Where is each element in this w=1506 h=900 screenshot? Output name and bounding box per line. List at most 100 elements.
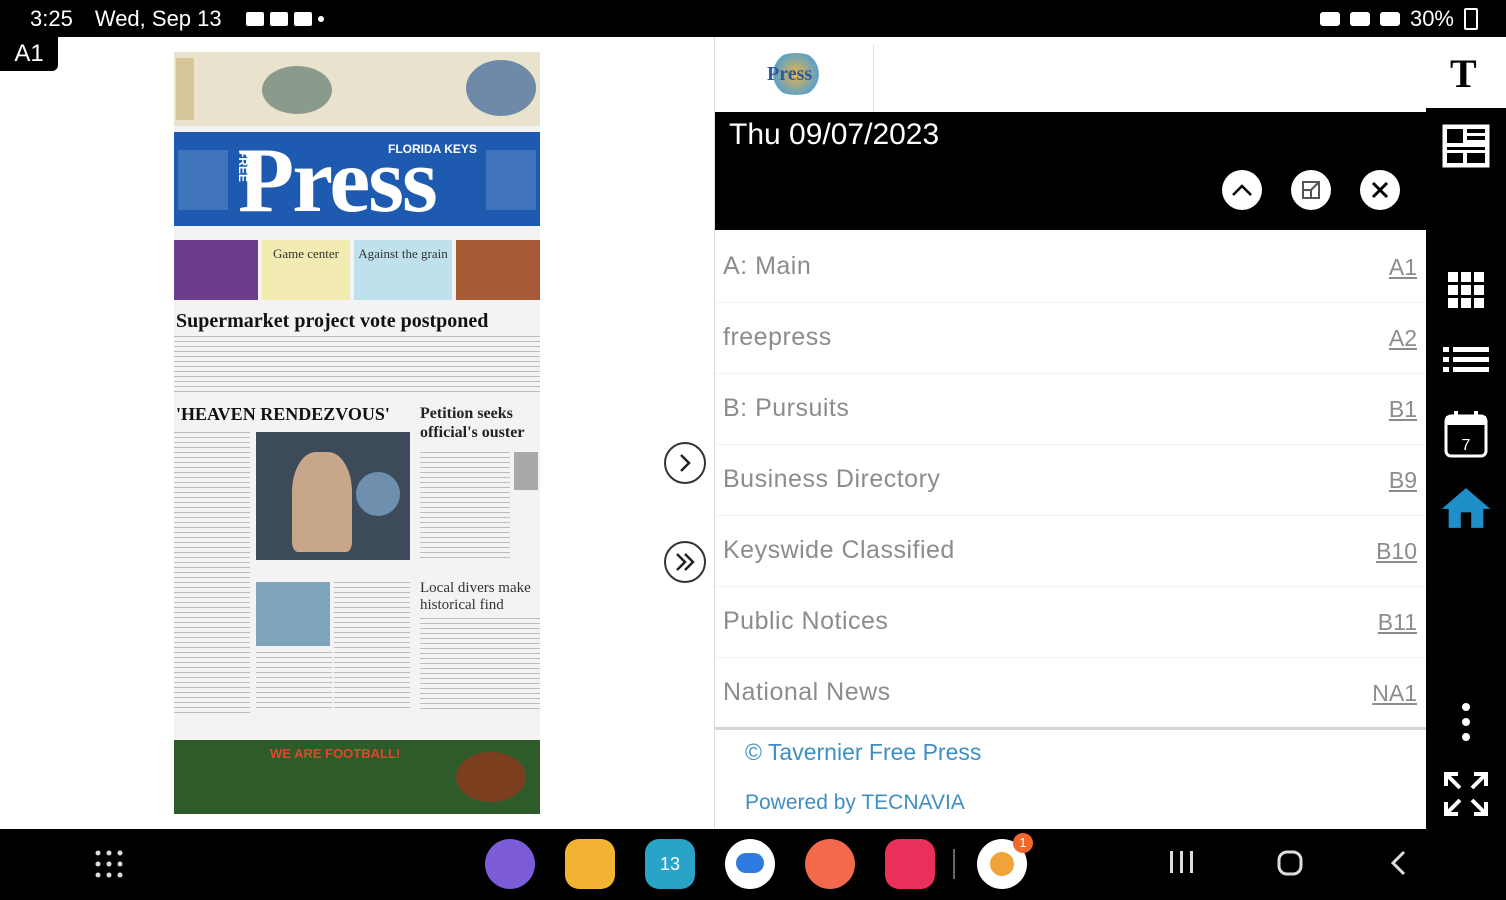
section-item-public-notices[interactable]: Public Notices B11 (715, 587, 1427, 658)
section-item-national-news[interactable]: National News NA1 (715, 658, 1427, 729)
wifi-icon (1379, 12, 1400, 26)
collapse-button[interactable] (1222, 170, 1262, 210)
recent-app-icon[interactable]: 1 (977, 833, 1033, 889)
teaser-photo (174, 240, 258, 300)
section-item-pursuits[interactable]: B: Pursuits B1 (715, 374, 1427, 445)
calendar-button[interactable]: 7 (1440, 408, 1492, 460)
recents-button[interactable] (1168, 849, 1196, 882)
fullscreen-button[interactable] (1440, 768, 1492, 820)
text-size-button[interactable]: T (1450, 50, 1477, 97)
more-options-button[interactable] (1440, 696, 1492, 748)
football-ad: WE ARE FOOTBALL! (174, 740, 540, 814)
newspaper-icon (1442, 124, 1490, 168)
last-page-button[interactable] (664, 541, 706, 583)
apps-grid-icon (95, 850, 123, 878)
page-indicator: A1 (0, 37, 58, 71)
newspaper-page[interactable]: FREE Press FLORIDA KEYS Game center Agai… (174, 52, 540, 814)
teaser-title: Against the grain (358, 246, 448, 261)
section-page-link[interactable]: B9 (1389, 467, 1417, 494)
masthead-blurb (486, 150, 536, 210)
app-logo (990, 852, 1014, 876)
screen-recorder-app-icon[interactable] (885, 839, 935, 889)
section-item-freepress[interactable]: freepress A2 (715, 303, 1427, 374)
key-icon (1319, 12, 1340, 26)
performer-figure (292, 452, 352, 552)
internet-app-icon[interactable] (485, 839, 535, 889)
section-page-link[interactable]: A2 (1389, 325, 1417, 352)
next-page-button[interactable] (664, 442, 706, 484)
chat-bubble-icon (736, 853, 764, 873)
divider (715, 727, 1427, 730)
gallery-icon (245, 12, 264, 26)
article-text (420, 618, 540, 712)
section-page-link[interactable]: B1 (1389, 396, 1417, 423)
close-button[interactable] (1360, 170, 1400, 210)
chevron-right-icon (680, 454, 691, 472)
concert-photo (256, 432, 410, 560)
calendar-icon: 7 (1444, 411, 1488, 458)
more-dot-icon (317, 16, 324, 22)
home-nav-button[interactable] (1276, 849, 1304, 884)
ad-photo (262, 66, 332, 114)
more-vertical-icon (1462, 703, 1470, 741)
files-app-icon[interactable] (565, 839, 615, 889)
banner-ad (174, 52, 540, 126)
drum-shape (356, 472, 400, 516)
article-text (256, 652, 332, 712)
section-list: A: Main A1 freepress A2 B: Pursuits B1 B… (715, 232, 1427, 729)
section-name: Public Notices (723, 607, 889, 635)
messages-app-icon[interactable] (725, 839, 775, 889)
notification-badge: 1 (1013, 833, 1033, 853)
section-page-link[interactable]: B10 (1376, 538, 1417, 565)
banner-side-word (176, 58, 194, 120)
thumbnails-button[interactable] (1440, 264, 1492, 316)
football-icon (456, 752, 526, 802)
expand-button[interactable] (1291, 170, 1331, 210)
system-nav-bar: 13 1 (0, 829, 1506, 900)
calendar-app-icon[interactable]: 13 (645, 839, 695, 889)
sections-list-button[interactable] (1440, 334, 1492, 386)
teaser-game-center: Game center (262, 240, 350, 300)
copyright-link[interactable]: © Tavernier Free Press (745, 739, 981, 766)
teaser-title: Game center (272, 246, 340, 261)
section-name: National News (723, 678, 891, 706)
section-page-link[interactable]: NA1 (1372, 680, 1417, 707)
cloud-icon (293, 12, 312, 26)
powered-by-link[interactable]: Powered by TECNAVIA (745, 791, 965, 815)
calendar-day: 7 (1462, 437, 1471, 454)
back-chevron-icon (1390, 850, 1406, 876)
apps-grid-button[interactable] (94, 849, 124, 884)
section-name: A: Main (723, 252, 812, 280)
contacts-app-icon[interactable] (805, 839, 855, 889)
fullscreen-icon (1444, 772, 1488, 816)
sections-panel: Press Thu 09/07/2023 A: Main A1 freepres… (714, 37, 1427, 829)
masthead-region: FLORIDA KEYS (388, 142, 477, 156)
section-name: Business Directory (723, 465, 941, 493)
list-icon (1443, 347, 1489, 372)
divider (873, 45, 874, 113)
message-icon (269, 12, 288, 26)
section-page-link[interactable]: B11 (1378, 609, 1417, 636)
panel-header: Thu 09/07/2023 (715, 112, 1427, 230)
section-name: Keyswide Classified (723, 536, 955, 564)
press-logo-text: Press (767, 63, 813, 85)
mute-icon (1349, 12, 1370, 26)
section-name: B: Pursuits (723, 394, 850, 422)
page-view-button[interactable] (1440, 120, 1492, 172)
teaser-strip: Game center Against the grain (174, 240, 540, 300)
notification-icons (245, 12, 324, 26)
expand-icon (1302, 181, 1320, 199)
ad-photo (466, 60, 536, 116)
back-button[interactable] (1388, 849, 1408, 884)
right-toolbar: 7 (1426, 108, 1506, 829)
section-page-link[interactable]: A1 (1389, 254, 1417, 281)
home-button[interactable] (1440, 482, 1492, 534)
dock-divider (953, 849, 955, 879)
section-item-main[interactable]: A: Main A1 (715, 232, 1427, 303)
article-text (334, 582, 410, 712)
section-item-business-directory[interactable]: Business Directory B9 (715, 445, 1427, 516)
article-photo (256, 582, 330, 646)
section-item-classified[interactable]: Keyswide Classified B10 (715, 516, 1427, 587)
article-text (420, 452, 510, 562)
chevron-up-icon (1232, 184, 1252, 196)
